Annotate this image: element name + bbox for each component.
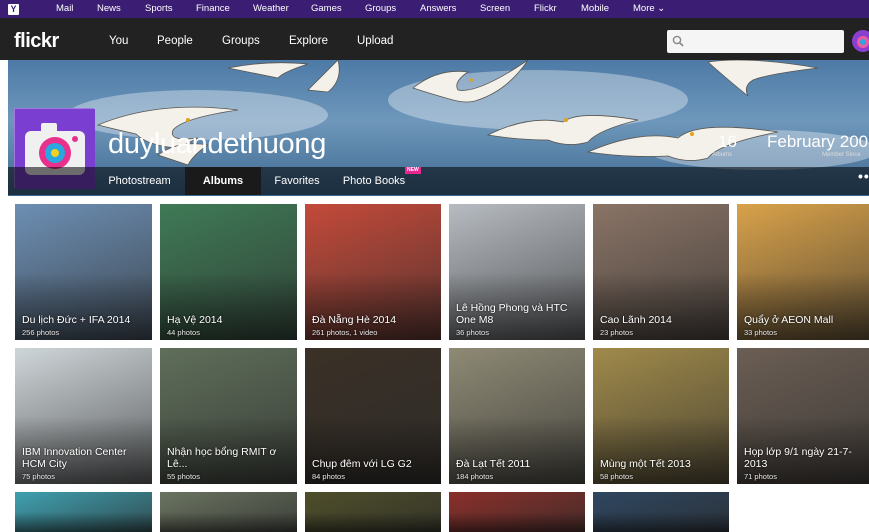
profile-tabs: Photostream Albums Favorites Photo Books… — [8, 167, 869, 195]
album-tile[interactable]: Đà Lạt Tết 2011 184 photos — [449, 348, 585, 484]
nav-groups[interactable]: Groups — [222, 35, 260, 47]
album-tile[interactable]: Cao Lãnh 2014 23 photos — [593, 204, 729, 340]
album-tile-overlay — [305, 512, 441, 532]
search-icon[interactable] — [672, 35, 684, 47]
album-photo-count: 261 photos, 1 video — [312, 328, 378, 337]
album-title: Cao Lãnh 2014 — [600, 314, 672, 326]
yahoo-link-groups[interactable]: Groups — [365, 3, 396, 14]
album-title: Đà Lạt Tết 2011 — [456, 458, 531, 470]
nav-upload[interactable]: Upload — [357, 35, 393, 47]
yahoo-logo-icon[interactable]: Y — [8, 3, 19, 15]
search-box — [667, 30, 844, 53]
yahoo-link-games[interactable]: Games — [311, 3, 342, 14]
nav-you[interactable]: You — [109, 35, 128, 47]
flickr-header: flickr You People Groups Explore Upload — [0, 18, 869, 60]
yahoo-link-sports[interactable]: Sports — [145, 3, 172, 14]
album-tile[interactable] — [449, 492, 585, 532]
album-photo-count: 33 photos — [744, 328, 777, 337]
album-tile-overlay — [593, 512, 729, 532]
yahoo-bar: Y Mail News Sports Finance Weather Games… — [0, 0, 869, 18]
album-photo-count: 184 photos — [456, 472, 494, 481]
nav-explore[interactable]: Explore — [289, 35, 328, 47]
album-title: Mùng một Tết 2013 — [600, 458, 691, 470]
album-tile[interactable] — [305, 492, 441, 532]
album-title: Hạ Vệ 2014 — [167, 314, 223, 326]
album-title: Đà Nẵng Hè 2014 — [312, 314, 397, 326]
yahoo-link-weather[interactable]: Weather — [253, 3, 289, 14]
album-photo-count: 55 photos — [167, 472, 200, 481]
album-tile-overlay — [449, 512, 585, 532]
flickr-logo[interactable]: flickr — [14, 30, 59, 53]
tab-favorites[interactable]: Favorites — [261, 167, 333, 195]
album-tile[interactable] — [593, 492, 729, 532]
album-photo-count: 58 photos — [600, 472, 633, 481]
yahoo-link-mobile[interactable]: Mobile — [581, 3, 609, 14]
album-photo-count: 256 photos — [22, 328, 60, 337]
member-since-date: February 2008 — [767, 132, 869, 151]
album-tile[interactable]: Du lịch Đức + IFA 2014 256 photos — [15, 204, 152, 340]
album-tile[interactable] — [15, 492, 152, 532]
album-title: Nhận học bổng RMIT ơ Lê... — [167, 446, 277, 470]
album-photo-count: 23 photos — [600, 328, 633, 337]
album-tile[interactable]: Đà Nẵng Hè 2014 261 photos, 1 video — [305, 204, 441, 340]
yahoo-link-answers[interactable]: Answers — [420, 3, 456, 14]
albums-count-label: Albums — [712, 152, 733, 158]
album-photo-count: 36 photos — [456, 328, 489, 337]
yahoo-link-news[interactable]: News — [97, 3, 121, 14]
yahoo-link-finance[interactable]: Finance — [196, 3, 230, 14]
yahoo-link-mail[interactable]: Mail — [56, 3, 73, 14]
album-tile[interactable]: Mùng một Tết 2013 58 photos — [593, 348, 729, 484]
album-tile[interactable]: Họp lớp 9/1 ngày 21-7-2013 71 photos — [737, 348, 869, 484]
nav-people[interactable]: People — [157, 35, 193, 47]
album-tile-overlay — [160, 512, 297, 532]
yahoo-link-screen[interactable]: Screen — [480, 3, 510, 14]
search-input[interactable] — [689, 33, 839, 50]
more-options-icon[interactable]: ••• — [858, 168, 869, 184]
album-tile[interactable]: Nhận học bổng RMIT ơ Lê... 55 photos — [160, 348, 297, 484]
tab-photo-books[interactable]: Photo Books — [335, 167, 413, 195]
tab-albums[interactable]: Albums — [185, 167, 261, 195]
album-tile[interactable]: Lê Hồng Phong và HTC One M8 36 photos — [449, 204, 585, 340]
profile-username: duyluandethuong — [108, 128, 327, 160]
album-tile[interactable]: Chụp đêm với LG G2 84 photos — [305, 348, 441, 484]
albums-count: 16 — [718, 132, 737, 151]
new-badge: NEW — [405, 167, 421, 174]
yahoo-link-more[interactable]: More ⌄ — [633, 3, 665, 14]
album-photo-count: 71 photos — [744, 472, 777, 481]
album-photo-count: 75 photos — [22, 472, 55, 481]
album-tile[interactable] — [160, 492, 297, 532]
user-avatar[interactable] — [852, 30, 869, 52]
tab-photostream[interactable]: Photostream — [96, 167, 183, 195]
album-title: Quẩy ở AEON Mall — [744, 314, 834, 326]
album-photo-count: 44 photos — [167, 328, 200, 337]
album-title: Du lịch Đức + IFA 2014 — [22, 314, 131, 326]
album-title: Chụp đêm với LG G2 — [312, 458, 412, 470]
album-tile-overlay — [15, 512, 152, 532]
album-title: Lê Hồng Phong và HTC One M8 — [456, 302, 568, 326]
album-tile[interactable]: Hạ Vệ 2014 44 photos — [160, 204, 297, 340]
album-tile[interactable]: Quẩy ở AEON Mall 33 photos — [737, 204, 869, 340]
album-tile[interactable]: IBM Innovation Center HCM City 75 photos — [15, 348, 152, 484]
album-title: Họp lớp 9/1 ngày 21-7-2013 — [744, 446, 852, 470]
album-photo-count: 84 photos — [312, 472, 345, 481]
yahoo-link-flickr[interactable]: Flickr — [534, 3, 557, 14]
member-since-label: Member Since — [822, 152, 861, 158]
album-title: IBM Innovation Center HCM City — [22, 446, 127, 470]
